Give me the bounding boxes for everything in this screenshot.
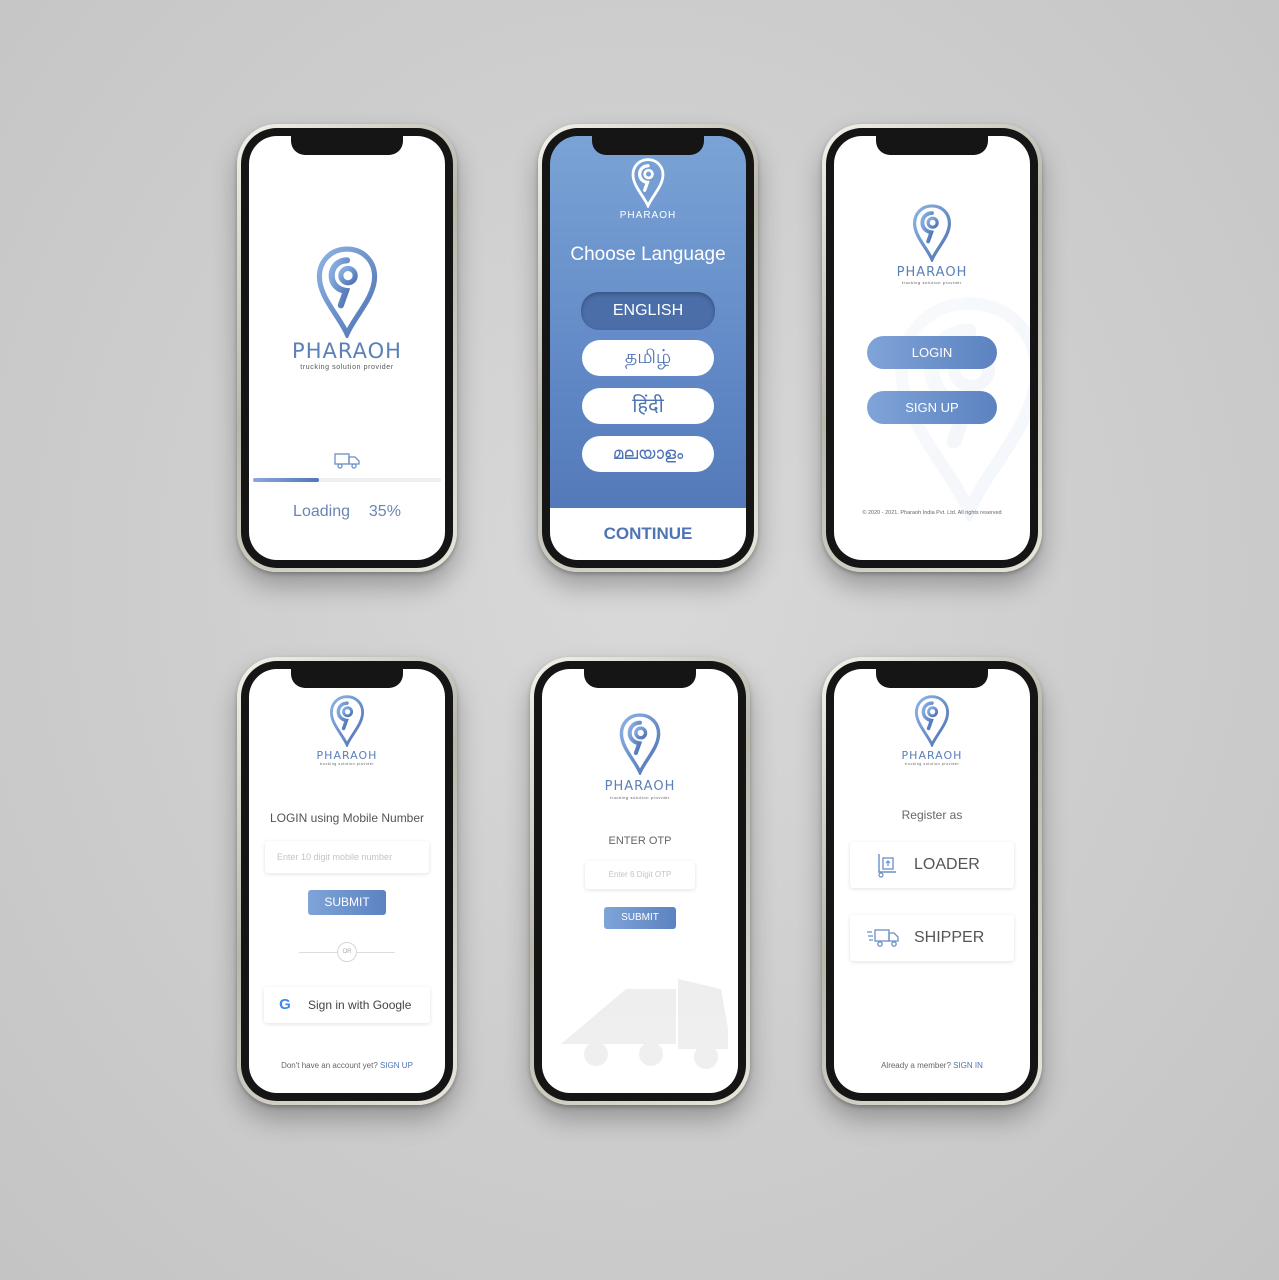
pharaoh-logo-icon [329,695,365,747]
otp-heading: ENTER OTP [608,835,672,847]
otp-screen: PHARAOH trucking solution provider ENTER… [542,669,738,1093]
language-logo [550,158,746,208]
phone-bezel: PHARAOH trucking solution provider Loadi… [241,128,453,568]
phone-login: PHARAOH trucking solution provider LOGIN… [237,657,457,1105]
phone-bezel: PHARAOH trucking solution provider Regis… [826,661,1038,1101]
pharaoh-logo-icon [912,204,952,262]
notch [291,669,403,688]
pharaoh-logo-icon [914,695,950,747]
splash-logo [249,246,445,338]
language-title: Choose Language [570,244,726,265]
notch [584,669,696,688]
loading-progress-fill [253,478,319,482]
otp-placeholder: Enter 6 Digit OTP [608,870,672,879]
register-heading: Register as [901,808,963,822]
loader-option[interactable]: LOADER [850,842,1014,888]
mobile-number-input[interactable]: Enter 10 digit mobile number [265,841,429,873]
language-option-english[interactable]: ENGLISH [581,292,715,330]
login-button[interactable]: LOGIN [867,336,997,369]
signup-prompt-text: Don't have an account yet? [281,1061,378,1070]
or-badge: OR [337,942,357,962]
welcome-brand: PHARAOH [896,265,968,280]
language-option-label: हिंदी [632,395,664,417]
otp-tagline: trucking solution provider [609,795,671,800]
notch [291,136,403,155]
otp-logo [542,713,738,775]
loader-icon [878,854,896,878]
google-signin-button[interactable]: G Sign in with Google [264,987,430,1023]
otp-submit-button[interactable]: SUBMIT [604,907,676,929]
register-logo [834,695,1030,747]
register-tagline: trucking solution provider [904,762,960,766]
login-brand: PHARAOH [316,749,378,762]
login-label: LOGIN [911,345,953,360]
splash-screen: PHARAOH trucking solution provider Loadi… [249,136,445,560]
truck-icon [249,452,445,475]
submit-label: SUBMIT [324,895,370,909]
splash-brand: PHARAOH [292,339,402,363]
loader-label: LOADER [914,856,980,873]
phone-register: PHARAOH trucking solution provider Regis… [822,657,1042,1105]
welcome-screen: PHARAOH trucking solution provider LOGIN… [834,136,1030,560]
notch [876,136,988,155]
pharaoh-logo-icon [631,158,665,208]
register-screen: PHARAOH trucking solution provider Regis… [834,669,1030,1093]
phone-welcome: PHARAOH trucking solution provider LOGIN… [822,124,1042,572]
login-logo [249,695,445,747]
loading-label: Loading [293,503,350,520]
signup-link[interactable]: SIGN UP [380,1061,413,1070]
loading-progress-track [253,478,441,482]
phone-bezel: PHARAOH trucking solution provider LOGIN… [826,128,1038,568]
phone-splash: PHARAOH trucking solution provider Loadi… [237,124,457,572]
continue-label: CONTINUE [603,524,693,543]
continue-button[interactable]: CONTINUE [550,508,746,560]
language-option-label: தமிழ் [624,347,672,368]
pharaoh-logo-icon [316,246,378,338]
phone-bezel: PHARAOH trucking solution provider LOGIN… [241,661,453,1101]
signin-prompt: Already a member? SIGN IN [834,1061,1030,1070]
phone-otp: PHARAOH trucking solution provider ENTER… [530,657,750,1105]
google-icon: G [279,996,291,1013]
welcome-tagline: trucking solution provider [901,280,963,285]
phone-bezel: PHARAOH trucking solution provider ENTER… [534,661,746,1101]
signup-label: SIGN UP [905,400,959,415]
loading-percent: 35% [368,503,401,520]
google-label: Sign in with Google [308,998,412,1012]
language-option-hindi[interactable]: हिंदी [582,388,714,424]
welcome-logo [834,204,1030,262]
shipper-option[interactable]: SHIPPER [850,915,1014,961]
otp-brand: PHARAOH [604,779,676,794]
pharaoh-logo-icon [619,713,661,775]
shipper-label: SHIPPER [914,929,985,946]
login-heading: LOGIN using Mobile Number [269,811,425,825]
splash-tagline: trucking solution provider [300,364,394,371]
language-option-label: ENGLISH [612,302,684,319]
notch [876,669,988,688]
truck-watermark-icon [561,979,728,1069]
shipper-truck-icon [867,929,899,947]
login-screen: PHARAOH trucking solution provider LOGIN… [249,669,445,1093]
language-option-label: മലയാളം [612,444,684,463]
signup-prompt: Don't have an account yet? SIGN UP [249,1061,445,1070]
or-label: OR [342,949,352,955]
signup-button[interactable]: SIGN UP [867,391,997,424]
otp-submit-label: SUBMIT [621,912,659,923]
loading-status: Loading 35% [249,503,445,521]
signin-prompt-text: Already a member? [881,1061,951,1070]
language-option-malayalam[interactable]: മലയാളം [582,436,714,472]
otp-input[interactable]: Enter 6 Digit OTP [585,861,695,889]
mobile-placeholder: Enter 10 digit mobile number [277,852,393,862]
register-brand: PHARAOH [901,749,963,762]
phone-language: PHARAOH Choose Language ENGLISH தமிழ் हि… [538,124,758,572]
signin-link[interactable]: SIGN IN [953,1061,983,1070]
notch [592,136,704,155]
login-tagline: trucking solution provider [319,762,375,766]
language-option-tamil[interactable]: தமிழ் [582,340,714,376]
language-screen: PHARAOH Choose Language ENGLISH தமிழ் हि… [550,136,746,560]
phone-bezel: PHARAOH Choose Language ENGLISH தமிழ் हि… [542,128,754,568]
copyright-text: © 2020 - 2021. Pharaoh India Pvt. Ltd. A… [862,510,1002,516]
submit-button[interactable]: SUBMIT [308,890,386,915]
language-brand: PHARAOH [619,210,677,221]
